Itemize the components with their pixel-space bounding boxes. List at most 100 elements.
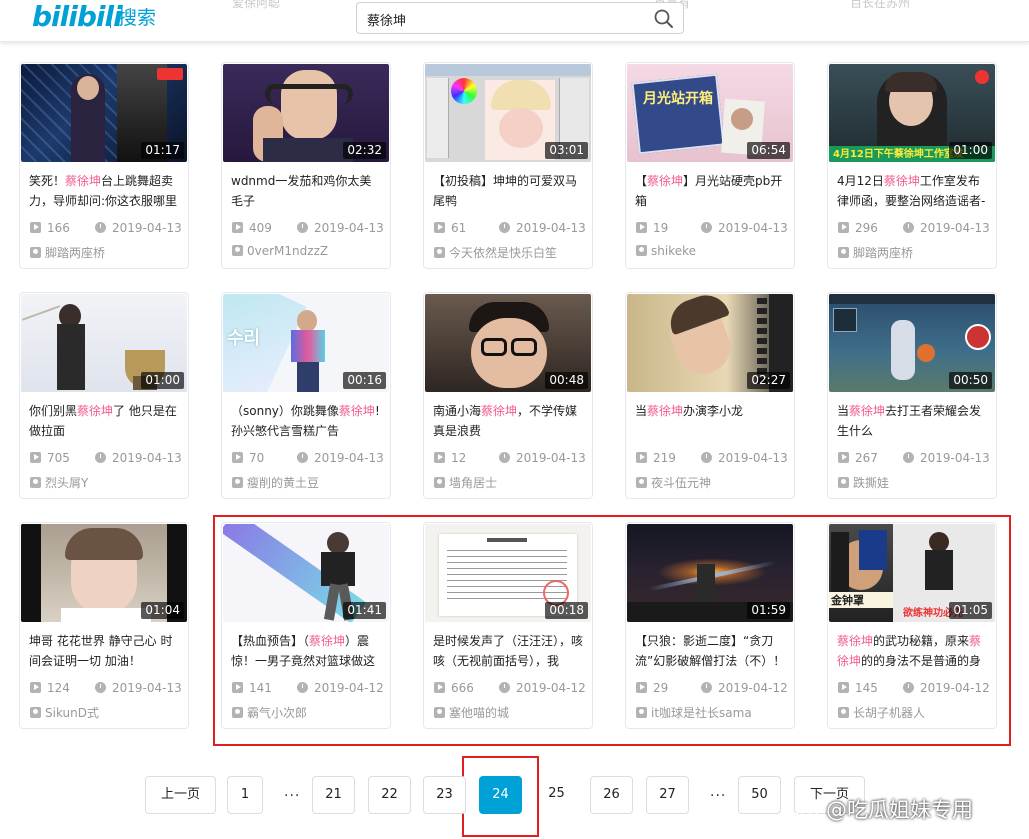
video-thumbnail[interactable]: 02:32 <box>223 64 389 162</box>
video-thumbnail[interactable]: 01:04 <box>21 524 187 622</box>
uploader-link[interactable]: 长胡子机器人 <box>838 704 925 721</box>
play-count-icon <box>636 452 647 463</box>
video-thumbnail[interactable]: 月光站开箱 06:54 <box>627 64 793 162</box>
video-thumbnail[interactable]: 03:01 <box>425 64 591 162</box>
video-thumbnail[interactable]: 01:59 <box>627 524 793 622</box>
page-button-24-current[interactable]: 24 <box>479 776 522 814</box>
video-duration: 01:00 <box>141 372 184 389</box>
uploader-link[interactable]: 夜斗伍元神 <box>636 474 711 491</box>
video-title[interactable]: wdnmd一发茄和鸡你太美毛子 <box>231 171 383 211</box>
video-thumbnail[interactable]: 수리 00:16 <box>223 294 389 392</box>
weibo-icon <box>796 801 821 820</box>
video-thumbnail[interactable]: 4月12日下午蔡徐坤工作室发 01:00 <box>829 64 995 162</box>
video-thumbnail[interactable]: 01:17 <box>21 64 187 162</box>
video-title[interactable]: 【蔡徐坤】月光站硬壳pb开箱 <box>635 171 787 211</box>
video-title[interactable]: 蔡徐坤的武功秘籍，原来蔡徐坤的的身法不是普通的身 <box>837 631 989 671</box>
video-card[interactable]: 00:18 是时候发声了（汪汪汪），咳咳（无视前面括号），我 666 2019-04-… <box>423 522 593 729</box>
view-count-value: 29 <box>653 681 669 695</box>
search-input[interactable] <box>367 8 647 30</box>
video-title[interactable]: 当蔡徐坤办演李小龙 <box>635 401 787 441</box>
video-title[interactable]: 4月12日蔡徐坤工作室发布律师函，要整治网络造谣者- <box>837 171 989 211</box>
video-title[interactable]: 当蔡徐坤去打王者荣耀会发生什么 <box>837 401 989 441</box>
video-title[interactable]: 【初投稿】坤坤的可爱双马尾鸭 <box>433 171 585 211</box>
uploader-link[interactable]: 瘦削的黄土豆 <box>232 474 319 491</box>
user-icon <box>434 247 445 258</box>
video-card[interactable]: 02:32 wdnmd一发茄和鸡你太美毛子 409 2019-04-13 0verM1n… <box>221 62 391 269</box>
uploader-link[interactable]: 墙角居士 <box>434 474 497 491</box>
uploader-link[interactable]: 跌撕娃 <box>838 474 889 491</box>
page-button-27[interactable]: 27 <box>646 776 689 814</box>
title-text: 南通小海 <box>433 404 482 418</box>
uploader-link[interactable]: it咖球是社长sama <box>636 704 752 721</box>
view-count: 267 <box>838 450 878 466</box>
page-button-1[interactable]: 1 <box>227 776 263 814</box>
uploader-link[interactable]: SikunD式 <box>30 704 99 721</box>
title-keyword-highlight: 蔡徐坤 <box>647 404 684 418</box>
video-card[interactable]: 00:48 南通小海蔡徐坤，不学传媒真是浪费 12 2019-04-13 墙角居士 <box>423 292 593 499</box>
uploader-name: 脚踏两座桥 <box>45 246 106 260</box>
weibo-watermark: @吃瓜姐妹专用 <box>796 796 973 824</box>
video-title[interactable]: 【只狼：影逝二度】“贪刀流”幻影破解僧打法（不）！ <box>635 631 787 671</box>
video-card[interactable]: 金钟罩 欲练神功必先 01:05 蔡徐坤的武功秘籍，原来蔡徐坤的的身法不是普通的身 14… <box>827 522 997 729</box>
video-card[interactable]: 01:41 【热血预告】（蔡徐坤）震惊！一男子竟然对篮球做这 141 2019-04-… <box>221 522 391 729</box>
video-thumbnail[interactable]: 金钟罩 欲练神功必先 01:05 <box>829 524 995 622</box>
uploader-link[interactable]: shikeke <box>636 244 696 258</box>
view-count: 12 <box>434 450 466 466</box>
video-title[interactable]: 【热血预告】（蔡徐坤）震惊！一男子竟然对篮球做这 <box>231 631 383 671</box>
video-thumbnail[interactable]: 01:41 <box>223 524 389 622</box>
uploader-link[interactable]: 脚踏两座桥 <box>838 244 913 261</box>
video-card[interactable]: 00:50 当蔡徐坤去打王者荣耀会发生什么 267 2019-04-13 跌撕娃 <box>827 292 997 499</box>
video-card[interactable]: 01:04 坤哥 花花世界 静守己心 时间会证明一切 加油！ 124 2019-04-… <box>19 522 189 729</box>
video-card[interactable]: 01:17 笑死！蔡徐坤台上跳舞超卖力，导师却问:你这衣服哪里 166 2019-04… <box>19 62 189 269</box>
video-title[interactable]: 是时候发声了（汪汪汪），咳咳（无视前面括号），我 <box>433 631 585 671</box>
page-button-25[interactable]: 25 <box>535 776 578 814</box>
uploader-link[interactable]: 霸气小次郎 <box>232 704 307 721</box>
video-title[interactable]: 坤哥 花花世界 静守己心 时间会证明一切 加油！ <box>29 631 181 671</box>
clock-icon <box>701 222 712 233</box>
clock-icon <box>297 452 308 463</box>
video-card[interactable]: 月光站开箱 06:54 【蔡徐坤】月光站硬壳pb开箱 19 2019-04-13 shik… <box>625 62 795 269</box>
page-button-22[interactable]: 22 <box>368 776 411 814</box>
view-count-value: 70 <box>249 451 265 465</box>
title-keyword-highlight: 蔡徐坤 <box>65 174 102 188</box>
upload-date-value: 2019-04-13 <box>920 221 990 235</box>
upload-date: 2019-04-13 <box>903 220 990 236</box>
video-title[interactable]: 笑死！蔡徐坤台上跳舞超卖力，导师却问:你这衣服哪里 <box>29 171 181 211</box>
prev-page-button[interactable]: 上一页 <box>145 776 216 814</box>
uploader-link[interactable]: 今天依然是快乐白笙 <box>434 244 557 261</box>
page-button-50[interactable]: 50 <box>738 776 781 814</box>
video-title[interactable]: （sonny）你跳舞像蔡徐坤! 孙兴慜代言雪糕广告 <box>231 401 383 441</box>
view-count: 296 <box>838 220 878 236</box>
uploader-link[interactable]: 塞他喵的城 <box>434 704 509 721</box>
video-card[interactable]: 4月12日下午蔡徐坤工作室发 01:00 4月12日蔡徐坤工作室发布律师函，要整治网… <box>827 62 997 269</box>
uploader-link[interactable]: 0verM1ndzzZ <box>232 244 328 258</box>
page-button-21[interactable]: 21 <box>312 776 355 814</box>
video-duration: 02:32 <box>343 142 386 159</box>
uploader-link[interactable]: 烈头屑Y <box>30 474 88 491</box>
view-count: 145 <box>838 680 878 696</box>
view-count: 19 <box>636 220 668 236</box>
video-title[interactable]: 你们别黑蔡徐坤了 他只是在做拉面 <box>29 401 181 441</box>
video-thumbnail[interactable]: 00:18 <box>425 524 591 622</box>
search-box[interactable] <box>356 2 684 34</box>
video-title[interactable]: 南通小海蔡徐坤，不学传媒真是浪费 <box>433 401 585 441</box>
search-icon[interactable] <box>653 8 675 30</box>
video-thumbnail[interactable]: 00:48 <box>425 294 591 392</box>
view-count-value: 267 <box>855 451 878 465</box>
video-card[interactable]: 03:01 【初投稿】坤坤的可爱双马尾鸭 61 2019-04-13 今天依然是快乐白笙 <box>423 62 593 269</box>
video-thumbnail[interactable]: 00:50 <box>829 294 995 392</box>
video-card[interactable]: 수리 00:16 （sonny）你跳舞像蔡徐坤! 孙兴慜代言雪糕广告 70 2019-0… <box>221 292 391 499</box>
user-icon <box>232 707 243 718</box>
ghost-text-left: 爱徐阿聪 <box>232 0 281 10</box>
uploader-link[interactable]: 脚踏两座桥 <box>30 244 105 261</box>
video-card[interactable]: 01:59 【只狼：影逝二度】“贪刀流”幻影破解僧打法（不）！ 29 2019-04-… <box>625 522 795 729</box>
uploader-name: 瘦削的黄土豆 <box>247 476 320 490</box>
video-thumbnail[interactable]: 01:00 <box>21 294 187 392</box>
bilibili-logo[interactable]: bilibili <box>32 0 123 34</box>
page-button-23[interactable]: 23 <box>423 776 466 814</box>
search-page-label: 搜索 <box>118 7 157 29</box>
video-card[interactable]: 02:27 当蔡徐坤办演李小龙 219 2019-04-13 夜斗伍元神 <box>625 292 795 499</box>
page-button-26[interactable]: 26 <box>590 776 633 814</box>
video-card[interactable]: 01:00 你们别黑蔡徐坤了 他只是在做拉面 705 2019-04-13 烈头屑Y <box>19 292 189 499</box>
video-thumbnail[interactable]: 02:27 <box>627 294 793 392</box>
